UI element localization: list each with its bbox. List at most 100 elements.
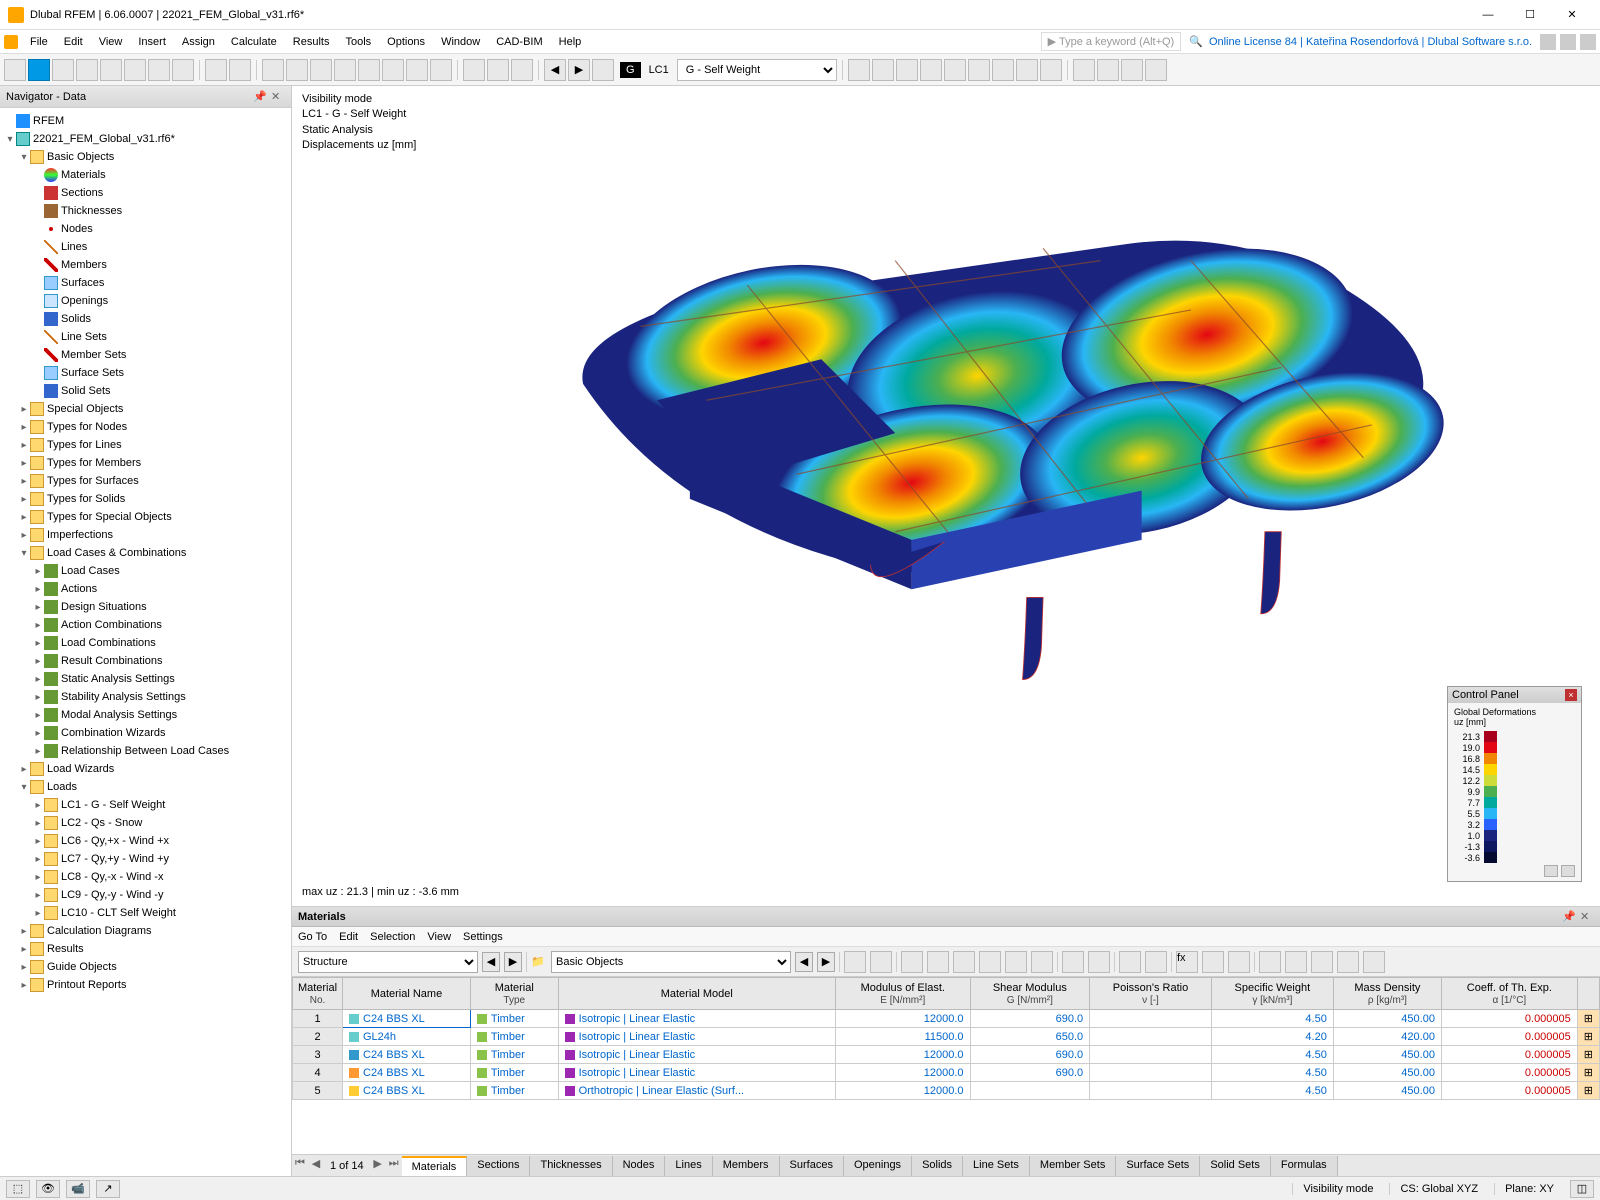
tree-loadwiz[interactable]: ▸Load Wizards	[2, 760, 289, 778]
tool-r5[interactable]	[944, 59, 966, 81]
navigator-pin-icon[interactable]: 📌	[253, 90, 267, 104]
tool-redo[interactable]	[229, 59, 251, 81]
tool-btn7[interactable]	[148, 59, 170, 81]
panel-tab-line-sets[interactable]: Line Sets	[963, 1156, 1030, 1176]
tool-lc-prev[interactable]: ◀	[544, 59, 566, 81]
legend-btn1[interactable]	[1544, 865, 1558, 877]
panel-tab-materials[interactable]: Materials	[402, 1156, 468, 1176]
dp-tool16[interactable]	[1337, 951, 1359, 973]
dp-tool14[interactable]	[1285, 951, 1307, 973]
menu-results[interactable]: Results	[285, 33, 338, 51]
tab-last[interactable]: ⏭	[386, 1157, 402, 1175]
tree-root[interactable]: RFEM	[2, 112, 289, 130]
tree-basic-7[interactable]: Openings	[2, 292, 289, 310]
tool-grid1[interactable]	[463, 59, 485, 81]
col-header[interactable]: MaterialType	[470, 978, 558, 1010]
dp-tool13[interactable]	[1259, 951, 1281, 973]
tree-lcac-0[interactable]: ▸Load Cases	[2, 562, 289, 580]
control-panel[interactable]: Control Panel × Global Deformations uᴢ […	[1447, 686, 1582, 882]
tree-basic-6[interactable]: Surfaces	[2, 274, 289, 292]
tool-r7[interactable]	[992, 59, 1014, 81]
tree-lcac-10[interactable]: ▸Relationship Between Load Cases	[2, 742, 289, 760]
tree-basic-4[interactable]: Lines	[2, 238, 289, 256]
tool-grid3[interactable]	[511, 59, 533, 81]
close-button[interactable]: ✕	[1552, 3, 1592, 27]
tree-lcac-1[interactable]: ▸Actions	[2, 580, 289, 598]
tree-group-5[interactable]: ▸Types for Solids	[2, 490, 289, 508]
col-header[interactable]: Coeff. of Th. Exp.α [1/°C]	[1441, 978, 1577, 1010]
col-header[interactable]: Shear ModulusG [N/mm²]	[970, 978, 1090, 1010]
tree-group-3[interactable]: ▸Types for Members	[2, 454, 289, 472]
dp-tool-fx3[interactable]	[1228, 951, 1250, 973]
menu-edit[interactable]: Edit	[56, 33, 91, 51]
tool-view4[interactable]	[334, 59, 356, 81]
tree-load-1[interactable]: ▸LC2 - Qs - Snow	[2, 814, 289, 832]
dp-structure-select[interactable]: Structure	[298, 951, 478, 973]
col-header[interactable]: Poisson's Ratioν [-]	[1090, 978, 1212, 1010]
tree-lcac-4[interactable]: ▸Load Combinations	[2, 634, 289, 652]
col-header[interactable]: Material Model	[558, 978, 835, 1010]
tree-tail-3[interactable]: ▸Printout Reports	[2, 976, 289, 994]
doc-restore-icon[interactable]	[1560, 34, 1576, 50]
dp-tool15[interactable]	[1311, 951, 1333, 973]
tree-tail-0[interactable]: ▸Calculation Diagrams	[2, 922, 289, 940]
menu-options[interactable]: Options	[379, 33, 433, 51]
panel-tab-lines[interactable]: Lines	[665, 1156, 712, 1176]
tree-basic-0[interactable]: Materials	[2, 166, 289, 184]
navigator-tree[interactable]: RFEM▾22021_FEM_Global_v31.rf6*▾Basic Obj…	[0, 108, 291, 1176]
tree-load-6[interactable]: ▸LC10 - CLT Self Weight	[2, 904, 289, 922]
tab-first[interactable]: ⏮	[292, 1157, 308, 1175]
dp-tool10[interactable]	[1088, 951, 1110, 973]
data-panel-close-icon[interactable]: ✕	[1580, 910, 1594, 924]
tree-lcac-8[interactable]: ▸Modal Analysis Settings	[2, 706, 289, 724]
dp-edit[interactable]: Edit	[339, 931, 358, 943]
dp-goto[interactable]: Go To	[298, 931, 327, 943]
tool-lc-next[interactable]: ▶	[568, 59, 590, 81]
tree-basic-1[interactable]: Sections	[2, 184, 289, 202]
dp-objects-select[interactable]: Basic Objects	[551, 951, 791, 973]
data-panel-pin-icon[interactable]: 📌	[1562, 910, 1576, 924]
dp-tool1[interactable]	[844, 951, 866, 973]
menu-insert[interactable]: Insert	[130, 33, 174, 51]
dp-tool6[interactable]	[979, 951, 1001, 973]
col-header[interactable]: Specific Weightγ [kN/m³]	[1211, 978, 1333, 1010]
col-header[interactable]: Material Name	[343, 978, 471, 1010]
control-panel-header[interactable]: Control Panel ×	[1448, 687, 1581, 703]
tree-basic-5[interactable]: Members	[2, 256, 289, 274]
status-eye-icon[interactable]: 👁	[36, 1180, 60, 1198]
control-panel-close-icon[interactable]: ×	[1565, 689, 1577, 701]
tree-group-6[interactable]: ▸Types for Special Objects	[2, 508, 289, 526]
tool-r12[interactable]	[1121, 59, 1143, 81]
tree-basic-10[interactable]: Member Sets	[2, 346, 289, 364]
tool-r8[interactable]	[1016, 59, 1038, 81]
tool-r3[interactable]	[896, 59, 918, 81]
dp-tool-fx2[interactable]	[1202, 951, 1224, 973]
tree-lcac-2[interactable]: ▸Design Situations	[2, 598, 289, 616]
tool-save[interactable]	[52, 59, 74, 81]
col-header[interactable]: MaterialNo.	[293, 978, 343, 1010]
doc-minimize-icon[interactable]	[1540, 34, 1556, 50]
tool-r4[interactable]	[920, 59, 942, 81]
tool-r11[interactable]	[1097, 59, 1119, 81]
tree-lcac-6[interactable]: ▸Static Analysis Settings	[2, 670, 289, 688]
lc-select[interactable]: G - Self Weight	[677, 59, 837, 81]
tree-basic-8[interactable]: Solids	[2, 310, 289, 328]
tree-group-7[interactable]: ▸Imperfections	[2, 526, 289, 544]
dp-nav-prev2[interactable]: ◀	[795, 952, 813, 972]
panel-tab-members[interactable]: Members	[713, 1156, 780, 1176]
tree-basic-2[interactable]: Thicknesses	[2, 202, 289, 220]
table-row[interactable]: 1 C24 BBS XL Timber Isotropic | Linear E…	[293, 1010, 1600, 1028]
tool-r6[interactable]	[968, 59, 990, 81]
table-row[interactable]: 5 C24 BBS XL Timber Orthotropic | Linear…	[293, 1082, 1600, 1100]
data-table-wrap[interactable]: MaterialNo.Material NameMaterialTypeMate…	[292, 977, 1600, 1154]
tree-load-5[interactable]: ▸LC9 - Qy,-y - Wind -y	[2, 886, 289, 904]
dp-tool4[interactable]	[927, 951, 949, 973]
tool-btn8[interactable]	[172, 59, 194, 81]
tool-view5[interactable]	[358, 59, 380, 81]
tree-group-2[interactable]: ▸Types for Lines	[2, 436, 289, 454]
menu-calculate[interactable]: Calculate	[223, 33, 285, 51]
legend-btn2[interactable]	[1561, 865, 1575, 877]
menu-tools[interactable]: Tools	[337, 33, 379, 51]
dp-tool17[interactable]	[1363, 951, 1385, 973]
menu-view[interactable]: View	[91, 33, 131, 51]
